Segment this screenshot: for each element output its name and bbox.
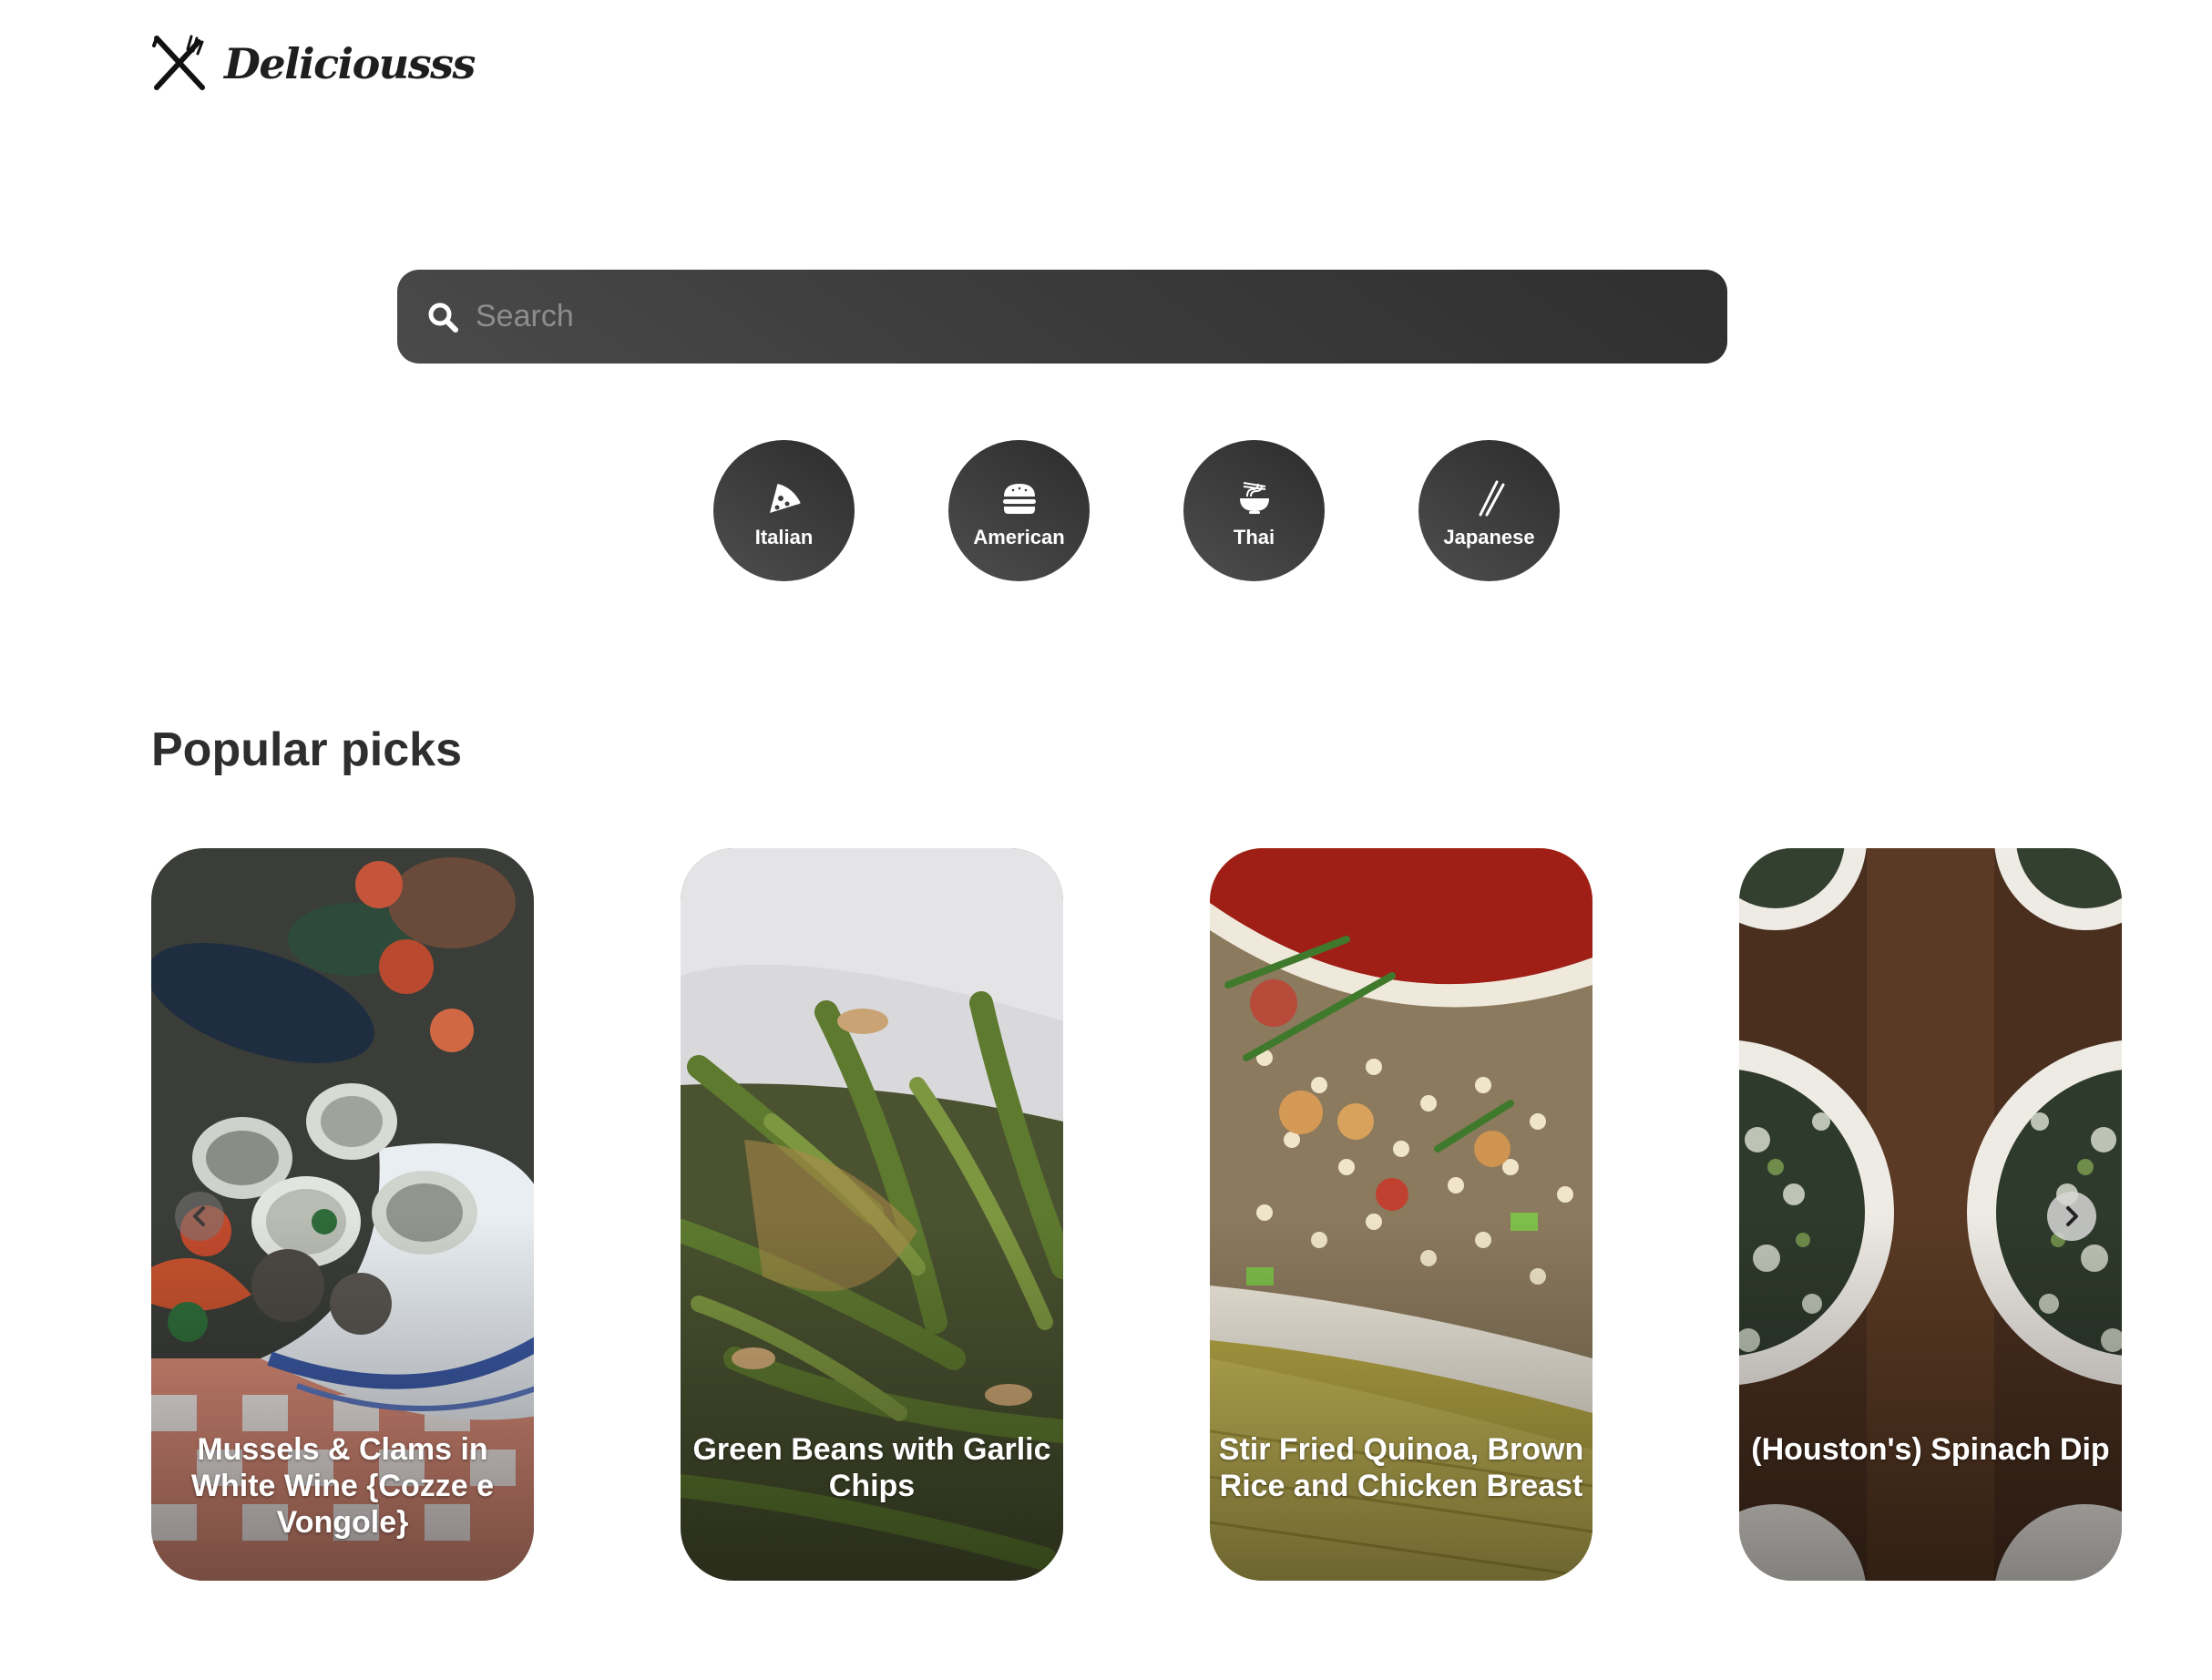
- cuisine-list: Italian American Thai Japanese: [713, 440, 1560, 581]
- recipe-title: Green Beans with Garlic Chips: [692, 1432, 1051, 1503]
- cuisine-italian[interactable]: Italian: [713, 440, 855, 581]
- page: Deliciousss Italian: [0, 0, 2212, 1680]
- chevron-left-icon: [193, 1206, 205, 1226]
- cuisine-label: Japanese: [1443, 525, 1535, 548]
- popular-carousel: Mussels & Clams in White Wine {Cozze e V…: [151, 848, 2122, 1581]
- chevron-right-icon: [2066, 1206, 2078, 1226]
- search-bar[interactable]: [397, 270, 1727, 364]
- search-icon: [428, 302, 458, 333]
- search-input[interactable]: [476, 270, 1727, 364]
- burger-icon: [1002, 483, 1036, 514]
- carousel-prev-button[interactable]: [175, 1192, 224, 1241]
- recipe-title: Stir Fried Quinoa, Brown Rice and Chicke…: [1218, 1432, 1584, 1503]
- cuisine-label: Italian: [754, 525, 814, 548]
- recipe-card[interactable]: Green Beans with Garlic Chips: [681, 848, 1063, 1581]
- section-title: Popular picks: [151, 723, 462, 776]
- brand-name: Deliciousss: [224, 39, 476, 88]
- chopsticks-icon: [1479, 480, 1504, 516]
- brand-logo[interactable]: Deliciousss: [151, 35, 476, 93]
- noodle-bowl-icon: [1239, 481, 1269, 514]
- pizza-icon: [769, 483, 801, 513]
- carousel-next-button[interactable]: [2047, 1192, 2096, 1241]
- cuisine-american[interactable]: American: [948, 440, 1090, 581]
- recipe-title: (Houston's) Spinach Dip: [1751, 1432, 2110, 1467]
- cuisine-label: American: [973, 525, 1065, 548]
- cuisine-thai[interactable]: Thai: [1183, 440, 1325, 581]
- cuisine-japanese[interactable]: Japanese: [1418, 440, 1560, 581]
- cuisine-label: Thai: [1233, 525, 1275, 548]
- recipe-title: Mussels & Clams in White Wine {Cozze e V…: [190, 1432, 495, 1540]
- recipe-card[interactable]: Stir Fried Quinoa, Brown Rice and Chicke…: [1210, 848, 1592, 1581]
- fork-knife-icon: [152, 35, 205, 90]
